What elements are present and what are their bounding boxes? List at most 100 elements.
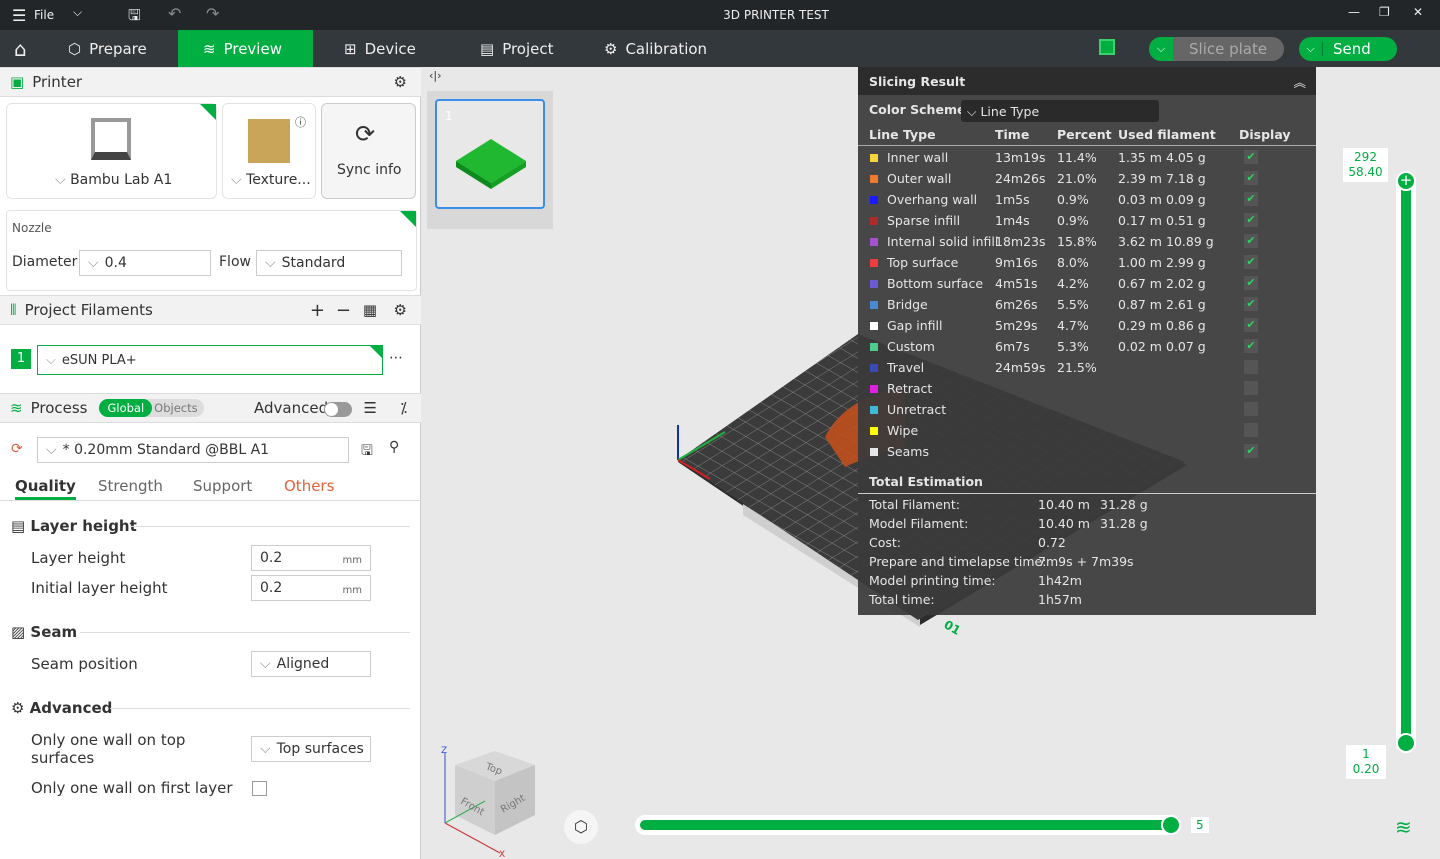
total-value: 10.40 m — [1038, 516, 1090, 531]
color-swatch — [870, 217, 878, 225]
tab-quality[interactable]: Quality — [15, 477, 76, 500]
advanced-toggle[interactable] — [324, 402, 352, 417]
line-type-weight: 10.89 g — [1166, 234, 1214, 249]
save-icon[interactable]: 🖫 — [361, 440, 373, 464]
display-checkbox[interactable]: ✔ — [1244, 444, 1258, 458]
color-scheme-select[interactable]: ⌵ Line Type — [961, 100, 1159, 122]
display-checkbox[interactable] — [1244, 402, 1258, 416]
tab-strength[interactable]: Strength — [98, 477, 163, 495]
display-checkbox[interactable]: ✔ — [1244, 276, 1258, 290]
display-checkbox[interactable] — [1244, 360, 1258, 374]
sync-info-button[interactable]: ⟳ Sync info — [321, 103, 416, 199]
layer-height-input[interactable]: 0.2 mm — [251, 545, 371, 571]
compare-icon[interactable]: ⁒ — [400, 399, 407, 417]
display-checkbox[interactable] — [1244, 423, 1258, 437]
gear-icon[interactable]: ⚙ — [394, 301, 407, 319]
seam-position-select[interactable]: ⌵ Aligned — [251, 651, 371, 677]
diameter-select[interactable]: ⌵ 0.4 — [79, 250, 211, 276]
reset-icon[interactable]: ⟳ — [11, 441, 23, 457]
display-checkbox[interactable]: ✔ — [1244, 339, 1258, 353]
printer-selector[interactable]: ⌵ Bambu Lab A1 — [6, 103, 217, 199]
move-slider[interactable] — [635, 815, 1181, 835]
process-preset-select[interactable]: ⌵ * 0.20mm Standard @BBL A1 — [37, 437, 349, 463]
result-header: Slicing Result ︽ — [858, 67, 1316, 95]
display-checkbox[interactable]: ✔ — [1244, 192, 1258, 206]
tab-support[interactable]: Support — [193, 477, 252, 495]
layer-slider-top-handle[interactable]: + — [1396, 171, 1416, 191]
tab-project[interactable]: ▤ Project — [466, 30, 568, 67]
home-icon[interactable]: ⌂ — [0, 30, 41, 67]
close-button[interactable]: ✕ — [1413, 5, 1423, 19]
tab-prepare[interactable]: ⬡ Prepare — [54, 30, 178, 67]
search-icon[interactable]: ⚲ — [389, 439, 399, 455]
sync-label: Sync info — [337, 162, 402, 178]
layer-slider-bottom-handle[interactable] — [1396, 733, 1416, 753]
printer-section-header: ▣ Printer ⚙ — [0, 67, 421, 97]
line-type-weight: 2.61 g — [1166, 297, 1206, 312]
one-wall-top-select[interactable]: ⌵ Top surfaces — [251, 736, 371, 762]
display-checkbox[interactable]: ✔ — [1244, 171, 1258, 185]
total-value-2: 31.28 g — [1100, 497, 1148, 512]
maximize-button[interactable]: ❐ — [1379, 5, 1390, 19]
display-checkbox[interactable]: ✔ — [1244, 318, 1258, 332]
section-title: Project Filaments — [24, 301, 153, 319]
view-cube[interactable]: Top Front Right Z X — [435, 743, 545, 859]
sync-icon: ⟳ — [355, 120, 376, 148]
collapse-icon[interactable]: ︽ — [1293, 72, 1306, 91]
tab-preview[interactable]: ≋ Preview — [178, 30, 313, 67]
add-filament-button[interactable]: + — [310, 300, 325, 321]
filament-select[interactable]: ⌵ eSUN PLA+ — [37, 345, 383, 375]
line-type-row: Bridge 6m26s 5.5% 0.87 m 2.61 g ✔ — [858, 294, 1316, 315]
tab-device[interactable]: ⊞ Device — [330, 30, 430, 67]
line-type-length: 0.67 m — [1118, 276, 1162, 291]
group-layer-height: ▤ Layer height — [11, 517, 137, 535]
slice-plate-button[interactable]: ⌵ Slice plate — [1149, 37, 1284, 61]
line-type-name: Custom — [887, 339, 935, 354]
display-checkbox[interactable]: ✔ — [1244, 150, 1258, 164]
gear-icon[interactable]: ⚙ — [394, 73, 407, 91]
filament-index[interactable]: 1 — [11, 349, 31, 369]
display-checkbox[interactable]: ✔ — [1244, 213, 1258, 227]
plate-type-selector[interactable]: ⓘ ⌵ Texture... — [222, 103, 316, 199]
line-type-name: Bridge — [887, 297, 928, 312]
line-type-name: Internal solid infill — [887, 234, 999, 249]
selected-corner — [370, 346, 382, 358]
printer-icon: ▣ — [10, 73, 25, 91]
color-swatch — [870, 238, 878, 246]
reset-view-icon[interactable]: ⬡ — [564, 810, 598, 844]
list-icon[interactable]: ☰ — [364, 399, 377, 417]
tab-calibration[interactable]: ⚙ Calibration — [590, 30, 721, 67]
cube-x-label: X — [499, 850, 505, 859]
display-checkbox[interactable]: ✔ — [1244, 255, 1258, 269]
filament-sync-icon[interactable]: ▦ — [363, 301, 377, 319]
tab-label: Prepare — [89, 39, 147, 58]
layer-slider[interactable]: + — [1396, 171, 1416, 753]
minimize-button[interactable]: — — [1348, 5, 1360, 19]
remove-filament-button[interactable]: − — [336, 300, 351, 321]
display-checkbox[interactable]: ✔ — [1244, 234, 1258, 248]
chevron-down-icon[interactable]: ⌵ — [1299, 42, 1323, 56]
global-objects-toggle[interactable]: Global Objects — [99, 399, 204, 417]
tab-others[interactable]: Others — [284, 477, 334, 495]
display-checkbox[interactable] — [1244, 381, 1258, 395]
one-wall-first-checkbox[interactable] — [252, 781, 267, 796]
line-type-name: Outer wall — [887, 171, 952, 186]
objects-option[interactable]: Objects — [152, 399, 203, 417]
line-type-name: Bottom surface — [887, 276, 984, 291]
project-icon: ▤ — [480, 39, 495, 58]
move-slider-handle[interactable] — [1161, 815, 1181, 835]
display-checkbox[interactable]: ✔ — [1244, 297, 1258, 311]
layout-icon[interactable] — [1099, 39, 1115, 55]
more-options-icon[interactable]: ⋯ — [389, 350, 403, 366]
flow-select[interactable]: ⌵ Standard — [256, 250, 402, 276]
layers-icon[interactable]: ≋ — [1395, 815, 1412, 839]
chevron-down-icon[interactable]: ⌵ — [1149, 37, 1173, 61]
global-option[interactable]: Global — [99, 399, 153, 417]
initial-layer-height-input[interactable]: 0.2 mm — [251, 575, 371, 601]
info-icon[interactable]: ⓘ — [295, 114, 306, 130]
line-type-time: 24m26s — [995, 171, 1046, 186]
send-button[interactable]: ⌵ Send — [1299, 37, 1397, 61]
line-type-time: 4m51s — [995, 276, 1038, 291]
one-wall-first-label: Only one wall on first layer — [31, 779, 233, 797]
total-value: 1h42m — [1038, 573, 1082, 588]
